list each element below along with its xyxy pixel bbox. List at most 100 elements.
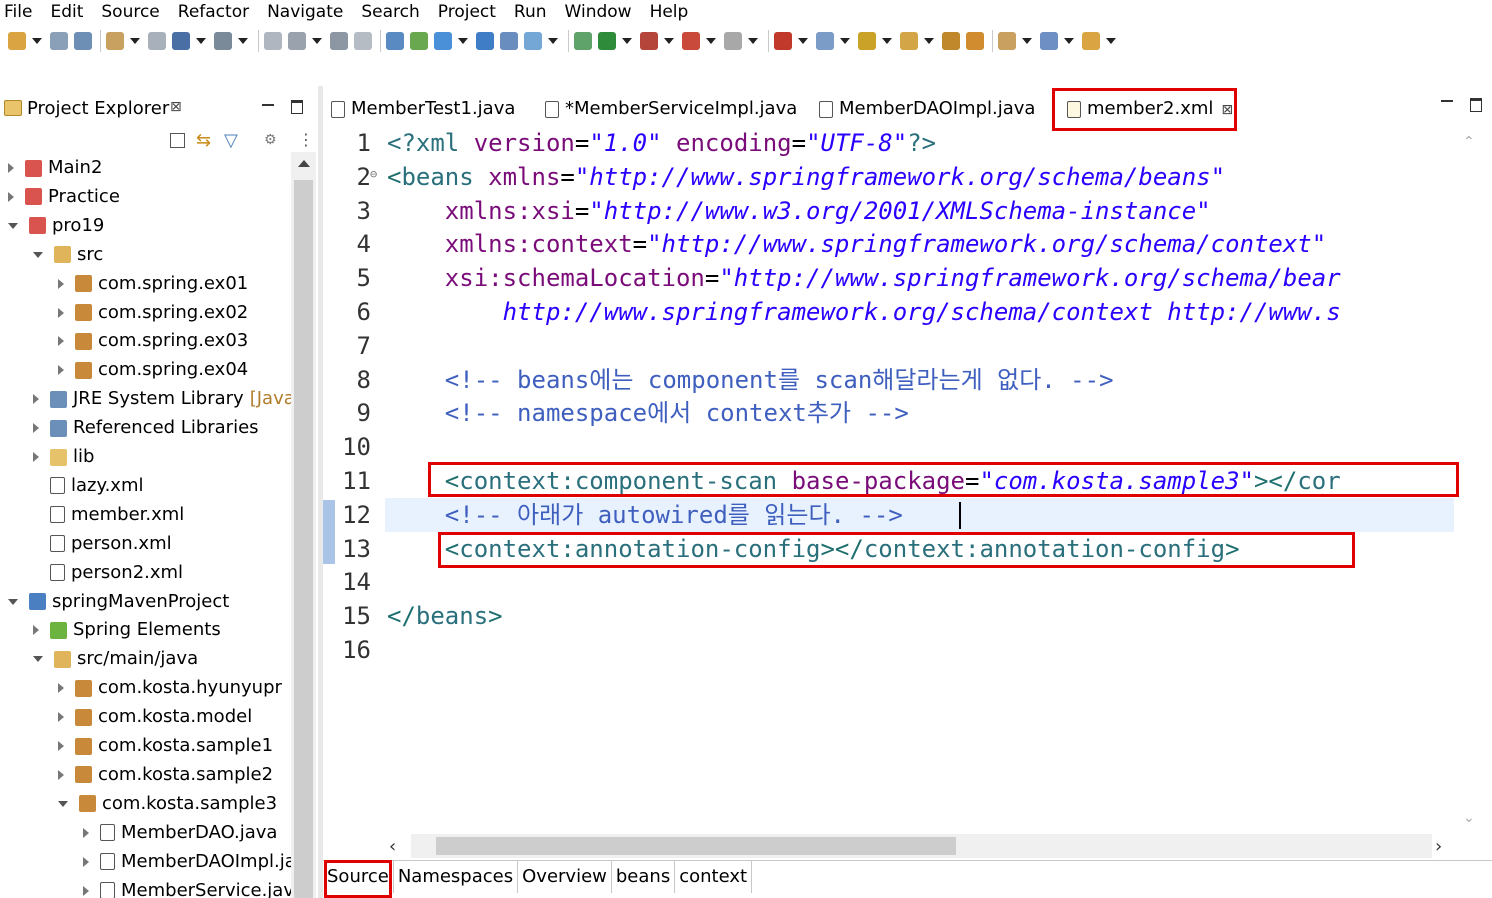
open-task-icon[interactable] — [148, 32, 166, 50]
refresh-icon[interactable] — [574, 32, 592, 50]
expanded-chevron-icon[interactable] — [33, 251, 43, 258]
dropdown-arrow-icon[interactable] — [196, 38, 206, 44]
new-java-icon[interactable] — [966, 32, 984, 50]
save-icon[interactable] — [50, 32, 68, 50]
code-area[interactable]: 1 <?xml version="1.0" encoding="UTF-8"?> 2… — [323, 126, 1454, 834]
tree-item[interactable]: com.spring.ex01 — [58, 269, 248, 298]
tree-item[interactable]: MemberDAO.java — [83, 818, 277, 847]
editor-horizontal-scrollbar[interactable] — [411, 834, 1432, 858]
tree-item[interactable]: com.kosta.model — [58, 702, 252, 731]
suspend-icon[interactable] — [288, 32, 306, 50]
expanded-chevron-icon[interactable] — [33, 656, 43, 663]
drop-frame-icon[interactable] — [476, 32, 494, 50]
open-folder-icon[interactable] — [1040, 32, 1058, 50]
collapsed-chevron-icon[interactable] — [58, 712, 64, 723]
tree-item[interactable]: com.spring.ex03 — [58, 326, 248, 355]
globe-icon[interactable] — [640, 32, 658, 50]
tree-item[interactable]: lazy.xml — [33, 471, 143, 500]
collapsed-chevron-icon[interactable] — [83, 856, 89, 867]
collapsed-chevron-icon[interactable] — [58, 278, 64, 289]
editor-minimize-icon[interactable] — [1441, 100, 1453, 102]
collapsed-chevron-icon[interactable] — [83, 885, 89, 896]
dropdown-arrow-icon[interactable] — [798, 38, 808, 44]
menu-refactor[interactable]: Refactor — [169, 0, 258, 24]
step-into-icon[interactable] — [386, 32, 404, 50]
filter-icon[interactable]: ▽ — [224, 130, 238, 151]
skip-breakpoints-icon[interactable] — [214, 32, 232, 50]
tree-item[interactable]: com.spring.ex02 — [58, 298, 248, 327]
dropdown-arrow-icon[interactable] — [1064, 38, 1074, 44]
build-icon[interactable] — [524, 32, 542, 50]
tree-item[interactable]: MemberService.java — [83, 876, 291, 898]
tree-item[interactable]: com.kosta.sample3 — [58, 789, 277, 818]
editor-maximize-icon[interactable] — [1470, 98, 1482, 112]
editor-tab[interactable]: MemberTest1.java — [331, 94, 515, 124]
page-tab-beans[interactable]: beans — [612, 861, 676, 893]
horizontal-scroll-thumb[interactable] — [436, 837, 956, 855]
new-package-icon[interactable] — [998, 32, 1016, 50]
menu-source[interactable]: Source — [92, 0, 168, 24]
collapsed-chevron-icon[interactable] — [8, 191, 14, 202]
terminate-icon[interactable] — [330, 32, 348, 50]
expanded-chevron-icon[interactable] — [8, 598, 18, 605]
dropdown-arrow-icon[interactable] — [748, 38, 758, 44]
stop-icon[interactable] — [942, 32, 960, 50]
tree-item[interactable]: com.kosta.hyunyupr — [58, 673, 282, 702]
close-tab-icon[interactable]: ⊠ — [1221, 102, 1233, 118]
page-tab-context[interactable]: context — [675, 861, 753, 893]
step-return-icon[interactable] — [434, 32, 452, 50]
use-step-filters-icon[interactable] — [500, 32, 518, 50]
editor-tab[interactable]: *MemberServiceImpl.java — [545, 94, 797, 124]
tree-item[interactable]: springMavenProject — [8, 587, 229, 616]
tree-item[interactable]: Main2 — [8, 153, 102, 182]
collapsed-chevron-icon[interactable] — [58, 365, 64, 376]
tree-item[interactable]: person2.xml — [33, 558, 183, 587]
dropdown-arrow-icon[interactable] — [458, 38, 468, 44]
collapsed-chevron-icon[interactable] — [83, 827, 89, 838]
menu-help[interactable]: Help — [641, 0, 698, 24]
profile-icon[interactable] — [724, 32, 742, 50]
tree-item[interactable]: MemberDAOImpl.ja — [83, 847, 291, 876]
more-options-icon[interactable]: ⋮ — [298, 130, 314, 149]
collapsed-chevron-icon[interactable] — [33, 625, 39, 636]
view-menu-icon[interactable]: ⚙ — [264, 132, 277, 148]
menu-navigate[interactable]: Navigate — [258, 0, 352, 24]
maximize-icon[interactable] — [291, 100, 303, 114]
editor-tab[interactable]: member2.xml ⊠ — [1067, 94, 1234, 124]
collapsed-chevron-icon[interactable] — [58, 769, 64, 780]
debug-icon[interactable] — [774, 32, 792, 50]
collapsed-chevron-icon[interactable] — [8, 163, 14, 173]
menu-search[interactable]: Search — [352, 0, 428, 24]
scroll-up-icon[interactable] — [298, 160, 310, 167]
dropdown-arrow-icon[interactable] — [1022, 38, 1032, 44]
page-tab-namespaces[interactable]: Namespaces — [394, 861, 519, 893]
page-tab-source[interactable]: Source — [323, 861, 394, 893]
menu-project[interactable]: Project — [429, 0, 505, 24]
expanded-chevron-icon[interactable] — [8, 222, 18, 229]
tree-item[interactable]: JRE System Library[JavaS — [33, 384, 291, 413]
fold-icon[interactable]: ⊖ — [370, 157, 377, 191]
close-view-icon[interactable]: ⊠ — [170, 99, 182, 115]
scroll-left-icon[interactable]: ‹ — [389, 836, 396, 857]
menu-edit[interactable]: Edit — [41, 0, 92, 24]
tree-item[interactable]: person.xml — [33, 529, 172, 558]
tree-item[interactable]: src — [33, 240, 103, 269]
tree-item[interactable]: Spring Elements — [33, 615, 221, 644]
tree-item[interactable]: src/main/java — [33, 644, 198, 673]
disconnect-icon[interactable] — [354, 32, 372, 50]
resume-icon[interactable] — [264, 32, 282, 50]
dropdown-arrow-icon[interactable] — [1106, 38, 1116, 44]
search-icon[interactable] — [1082, 32, 1100, 50]
menu-window[interactable]: Window — [556, 0, 641, 24]
coverage-icon[interactable] — [858, 32, 876, 50]
dropdown-arrow-icon[interactable] — [840, 38, 850, 44]
expanded-chevron-icon[interactable] — [58, 800, 68, 807]
tree-item[interactable]: member.xml — [33, 500, 184, 529]
collapsed-chevron-icon[interactable] — [33, 423, 39, 434]
external-tools-icon[interactable] — [900, 32, 918, 50]
step-over-icon[interactable] — [410, 32, 428, 50]
dropdown-arrow-icon[interactable] — [882, 38, 892, 44]
dropdown-arrow-icon[interactable] — [238, 38, 248, 44]
collapsed-chevron-icon[interactable] — [58, 741, 64, 751]
tree-item[interactable]: Referenced Libraries — [33, 413, 259, 442]
